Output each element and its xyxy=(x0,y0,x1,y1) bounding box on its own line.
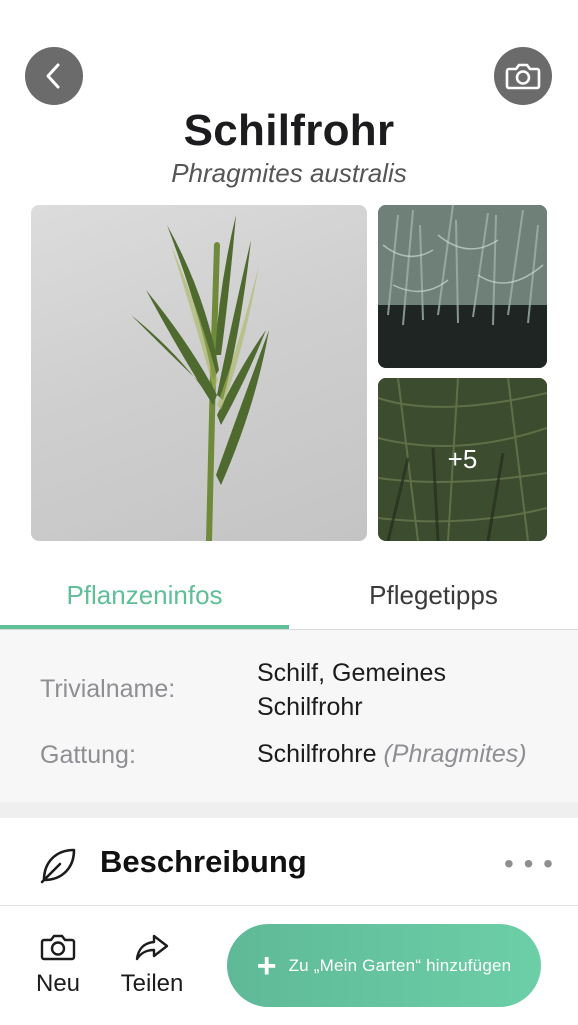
genus-value: Schilfrohre (Phragmites) xyxy=(257,737,557,771)
tab-care-tips[interactable]: Pflegetipps xyxy=(289,560,578,630)
common-name-label: Trivialname: xyxy=(40,675,176,703)
camera-icon xyxy=(40,934,76,961)
section-divider xyxy=(0,802,578,818)
tab-bar: Pflanzeninfos Pflegetipps xyxy=(0,560,578,630)
share-label: Teilen xyxy=(120,970,184,997)
plus-icon: + xyxy=(256,946,277,985)
common-name-line1: Schilf, Gemeines xyxy=(257,659,446,687)
more-photos-count: +5 xyxy=(378,378,547,541)
bottom-toolbar: Neu Teilen + Zu „Mein Garten“ hinzufügen xyxy=(0,906,578,1025)
common-name-value: Schilf, Gemeines Schilfrohr xyxy=(257,656,557,724)
share-arrow-icon xyxy=(135,934,169,961)
tab-plant-info[interactable]: Pflanzeninfos xyxy=(0,560,289,630)
new-scan-button[interactable]: Neu xyxy=(30,932,86,998)
main-plant-photo[interactable] xyxy=(31,205,367,541)
genus-label: Gattung: xyxy=(40,741,136,769)
genus-name: Schilfrohre xyxy=(257,740,377,768)
add-to-garden-button[interactable]: + Zu „Mein Garten“ hinzufügen xyxy=(227,924,541,1007)
more-options-icon[interactable]: • • • xyxy=(504,848,554,880)
share-button[interactable]: Teilen xyxy=(116,932,188,998)
page-title: Schilfrohr xyxy=(183,106,395,155)
add-to-garden-label: Zu „Mein Garten“ hinzufügen xyxy=(288,955,512,975)
leaf-icon xyxy=(40,848,76,884)
back-button[interactable] xyxy=(25,47,83,105)
chevron-left-icon xyxy=(46,63,60,89)
active-tab-indicator xyxy=(0,625,289,629)
genus-latin: (Phragmites) xyxy=(383,740,527,768)
scientific-name: Phragmites australis xyxy=(171,158,407,188)
section-title: Beschreibung xyxy=(100,844,307,879)
reed-water-photo[interactable] xyxy=(378,205,547,368)
camera-icon xyxy=(505,63,541,90)
reed-thicket-photo[interactable]: +5 xyxy=(378,378,547,541)
common-name-line2: Schilfrohr xyxy=(257,693,363,721)
camera-button[interactable] xyxy=(494,47,552,105)
description-section-header[interactable]: Beschreibung • • • xyxy=(0,818,578,906)
new-label: Neu xyxy=(35,970,81,997)
plant-info-panel: Trivialname: Schilf, Gemeines Schilfrohr… xyxy=(0,630,578,802)
